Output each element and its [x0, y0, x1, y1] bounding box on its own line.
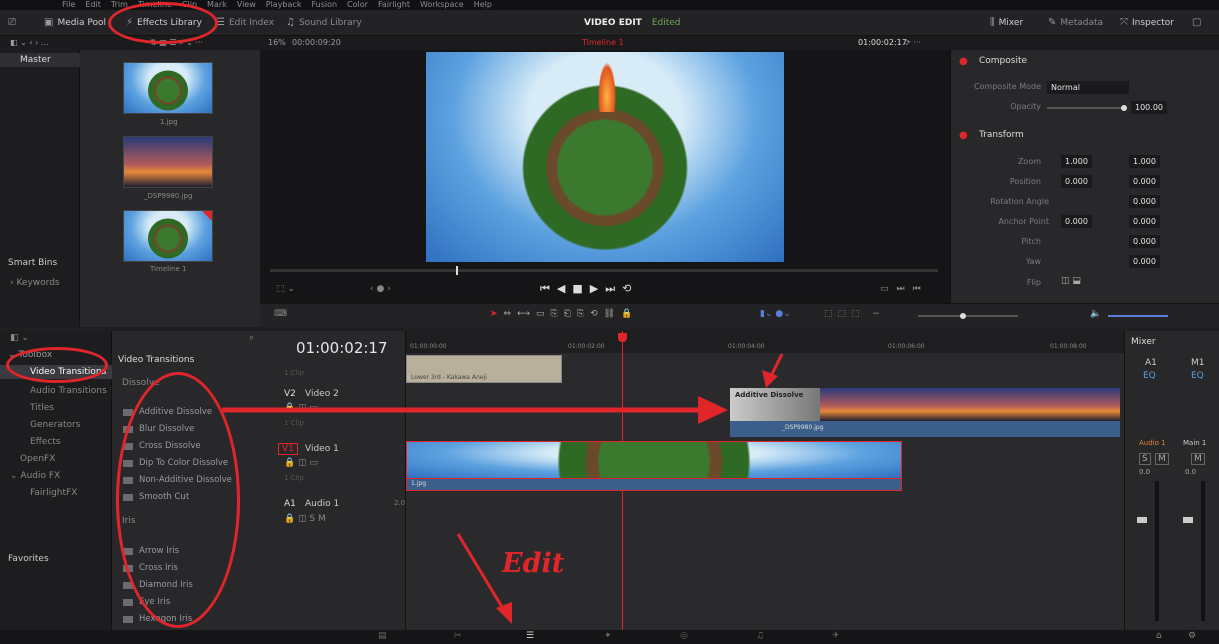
- annotation-arrows: [222, 353, 784, 624]
- annotation-edit-label: Edit: [502, 548, 565, 579]
